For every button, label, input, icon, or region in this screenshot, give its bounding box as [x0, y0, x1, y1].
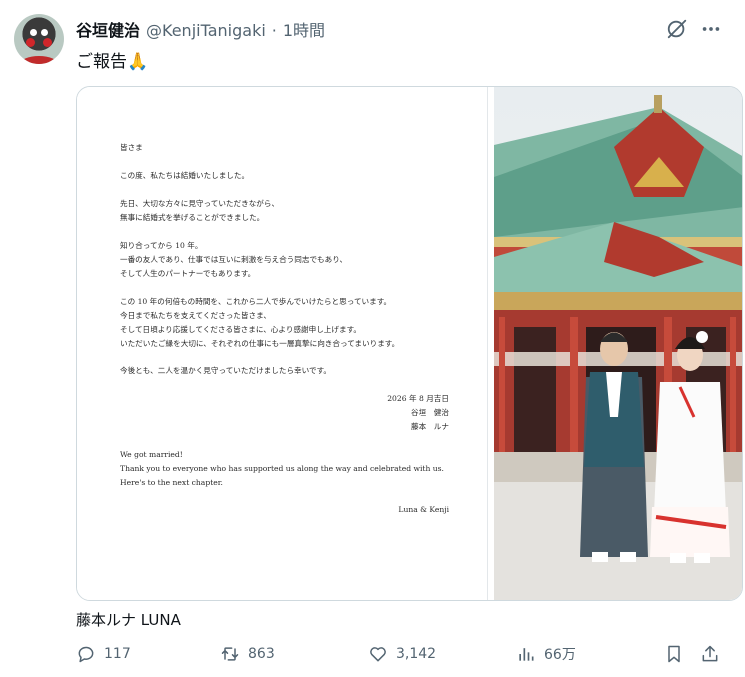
letter-line: そして人生のパートナーでもあります。	[120, 269, 256, 278]
reply-button[interactable]: 117	[76, 644, 131, 664]
letter-line: この 10 年の何倍もの時間を、これから二人で歩んでいけたらと思っています。	[120, 297, 392, 306]
media-grid[interactable]: 皆さま この度、私たちは結婚いたしました。 先日、大切な方々に見守っていただきな…	[76, 86, 743, 601]
letter-line: いただいたご縁を大切に、それぞれの仕事にも一層真摯に向き合ってまいります。	[120, 339, 400, 348]
letter-english-line: Thank you to everyone who has supported …	[120, 464, 444, 473]
repost-button[interactable]: 863	[220, 644, 275, 664]
letter-signer: 谷垣 健治	[411, 408, 449, 417]
tagged-user[interactable]: 藤本ルナ LUNA	[76, 609, 181, 630]
reply-icon	[78, 646, 94, 663]
letter-signer: 藤本 ルナ	[411, 422, 449, 431]
display-name[interactable]: 谷垣健治	[76, 17, 140, 41]
letter-english-sign: Luna & Kenji	[398, 505, 449, 514]
bookmark-button[interactable]	[664, 644, 684, 664]
views-button[interactable]: 66万	[516, 644, 576, 664]
letter-line: 皆さま	[120, 143, 143, 152]
repost-icon	[221, 647, 239, 661]
letter-line: 今後とも、二人を温かく見守っていただけましたら幸いです。	[120, 366, 332, 375]
like-count: 3,142	[396, 646, 437, 662]
header-separator: ·	[271, 21, 277, 40]
user-handle[interactable]: @KenjiTanigaki	[146, 21, 266, 40]
repost-count: 863	[248, 646, 275, 662]
like-icon	[370, 647, 386, 662]
share-button[interactable]	[700, 644, 720, 664]
views-count: 66万	[544, 647, 576, 663]
letter-line: そして日頃より応援してくださる皆さまに、心より感謝申し上げます。	[120, 325, 362, 334]
wedding-photo[interactable]	[494, 87, 742, 600]
bookmark-icon	[668, 645, 680, 663]
like-button[interactable]: 3,142	[368, 644, 436, 664]
reply-count: 117	[104, 646, 131, 662]
letter-english-line: We got married!	[120, 450, 183, 459]
letter-date: 2026 年 8 月吉日	[387, 394, 449, 403]
share-icon	[702, 645, 718, 662]
tweet-header: 谷垣健治 @KenjiTanigaki · 1時間	[76, 17, 325, 41]
letter-line: 無事に結婚式を挙げることができました。	[120, 213, 265, 222]
grok-icon[interactable]	[666, 18, 688, 40]
letter-line: 今日まで私たちを支えてくださった皆さま、	[120, 311, 271, 320]
shrine-photo-illustration	[494, 87, 742, 600]
letter-image[interactable]: 皆さま この度、私たちは結婚いたしました。 先日、大切な方々に見守っていただきな…	[77, 87, 488, 600]
more-icon[interactable]	[700, 18, 722, 40]
views-icon	[519, 648, 534, 661]
letter-line: 一番の友人であり、仕事では互いに刺激を与え合う同志でもあり、	[120, 255, 348, 264]
action-bar: 117 863 3,142 66万	[76, 644, 726, 668]
tweet-text: ご報告🙏	[76, 52, 149, 72]
letter-line: 先日、大切な方々に見守っていただきながら、	[120, 199, 280, 208]
post-time[interactable]: 1時間	[283, 17, 325, 41]
avatar[interactable]	[14, 14, 64, 64]
letter-english-line: Here's to the next chapter.	[120, 478, 223, 487]
letter-line: 知り合ってから 10 年。	[120, 241, 203, 250]
letter-line: この度、私たちは結婚いたしました。	[120, 171, 250, 180]
